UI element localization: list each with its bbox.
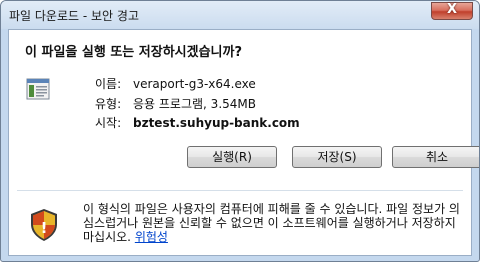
save-button[interactable]: 저장(S) [292,146,382,168]
close-button[interactable]: X [431,2,473,20]
file-name-row: 이름: veraport-g3-x64.exe [95,75,256,92]
file-name-value: veraport-g3-x64.exe [133,77,256,91]
file-type-row: 유형: 응용 프로그램, 3.54MB [95,95,256,112]
run-button[interactable]: 실행(R) [187,146,277,168]
section-divider [17,190,463,191]
dialog-heading: 이 파일을 실행 또는 저장하시겠습니까? [25,45,243,60]
file-source-value: bztest.suhyup-bank.com [133,116,300,130]
file-source-row: 시작: bztest.suhyup-bank.com [95,114,300,131]
close-icon: X [446,2,458,17]
risk-link[interactable]: 위험성 [135,230,168,244]
file-source-label: 시작: [95,116,122,130]
title-bar[interactable]: 파일 다운로드 - 보안 경고 X [1,1,479,29]
file-download-dialog: 파일 다운로드 - 보안 경고 X 이 파일을 실행 또는 저장하시겠습니까? … [0,0,480,262]
dialog-body: 이 파일을 실행 또는 저장하시겠습니까? 이름: veraport-g3-x64… [8,29,479,256]
window-title: 파일 다운로드 - 보안 경고 [9,9,139,23]
cancel-button[interactable]: 취소 [392,146,479,168]
executable-file-icon [26,78,50,100]
security-shield-icon: ! [31,209,57,241]
warning-message: 이 형식의 파일은 사용자의 컴퓨터에 피해를 줄 수 있습니다. 파일 정보가… [83,202,463,244]
file-type-value: 응용 프로그램, 3.54MB [133,97,256,111]
file-type-label: 유형: [95,97,122,111]
file-name-label: 이름: [95,77,122,91]
svg-text:!: ! [41,219,48,237]
